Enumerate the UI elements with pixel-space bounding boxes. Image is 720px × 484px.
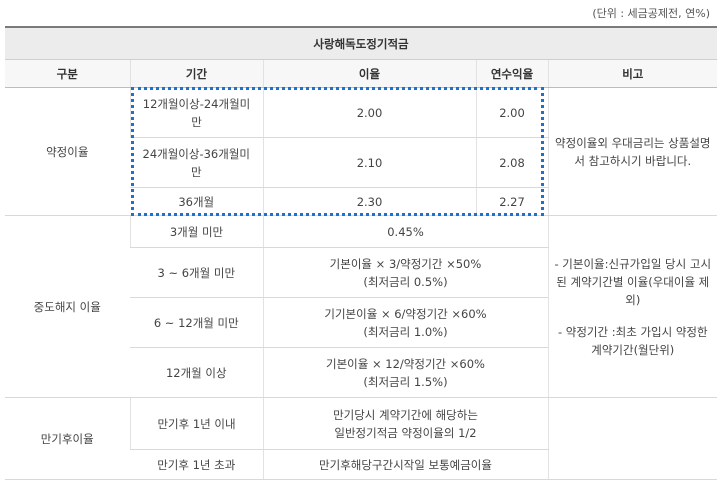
period-cell: 6 ~ 12개월 미만 — [130, 297, 263, 348]
note-contract-period: - 약정기간 :최초 가입시 약정한 계약기간(월단위) — [557, 324, 708, 357]
period-cell: 3 ~ 6개월 미만 — [130, 247, 263, 298]
rate-cell: 2.30 — [262, 187, 476, 216]
section-label-maturity: 만기후이율 — [5, 397, 130, 480]
rate-cell: 기본이율 × 12/약정기간 ×60% (최저금리 1.5%) — [262, 347, 548, 398]
section-label-early: 중도해지 이율 — [5, 215, 130, 398]
rate-cell: 0.45% — [262, 215, 548, 248]
header-rate: 이율 — [262, 59, 476, 88]
rate-cell: 기본이율 × 3/약정기간 ×50% (최저금리 0.5%) — [262, 247, 548, 298]
section-label-contract: 약정이율 — [5, 87, 130, 216]
period-cell: 12개월이상-24개월미만 — [129, 87, 263, 138]
period-cell: 만기후 1년 이내 — [129, 397, 263, 450]
rate-line: 만기당시 계약기간에 해당하는 — [333, 407, 478, 422]
note-base-rate: - 기본이율:신규가입일 당시 고시된 계약기간별 이율(우대이율 제외) — [554, 256, 712, 307]
rate-line: 만기후해당구간시작일 보통예금이율 — [319, 457, 492, 472]
period-cell: 36개월 — [130, 187, 263, 216]
header-period: 기간 — [129, 59, 263, 88]
note-contract: 약정이율외 우대금리는 상품설명서 참고하시기 바랍니다. — [547, 87, 718, 216]
header-category: 구분 — [5, 59, 130, 88]
rate-minimum: (최저금리 1.5%) — [363, 374, 448, 389]
yield-cell: 2.27 — [475, 187, 548, 216]
period-cell: 24개월이상-36개월미만 — [130, 137, 263, 188]
rate-line: 0.45% — [387, 224, 424, 239]
table-title-row: 사랑해독도정기적금 — [5, 26, 718, 60]
rate-formula: 기기본이율 × 6/약정기간 ×60% — [324, 306, 487, 321]
table-header-row: 구분 기간 이율 연수익율 비고 — [5, 59, 718, 88]
yield-cell: 2.00 — [475, 87, 548, 138]
note-maturity — [547, 397, 718, 480]
rate-cell: 만기후해당구간시작일 보통예금이율 — [262, 449, 548, 480]
rate-formula: 기본이율 × 3/약정기간 ×50% — [329, 256, 482, 271]
rate-minimum: (최저금리 1.0%) — [363, 324, 448, 339]
header-remarks: 비고 — [547, 59, 718, 88]
period-cell: 3개월 미만 — [129, 215, 263, 248]
rate-formula: 기본이율 × 12/약정기간 ×60% — [326, 356, 485, 371]
rate-cell: 만기당시 계약기간에 해당하는 일반정기적금 약정이율의 1/2 — [262, 397, 548, 450]
table-row: 중도해지 이율 3개월 미만 0.45% - 기본이율:신규가입일 당시 고시된… — [5, 215, 718, 398]
period-cell: 만기후 1년 초과 — [130, 449, 263, 480]
period-text: 24개월이상-36개월미만 — [142, 146, 250, 179]
table-row: 만기후이율 만기후 1년 이내 만기당시 계약기간에 해당하는 일반정기적금 약… — [5, 397, 718, 480]
product-title: 사랑해독도정기적금 — [5, 26, 718, 60]
rate-cell: 기기본이율 × 6/약정기간 ×60% (최저금리 1.0%) — [262, 297, 548, 348]
yield-cell: 2.08 — [475, 137, 548, 188]
unit-note: (단위 : 세금공제전, 연%) — [592, 7, 710, 20]
header-annual-yield: 연수익율 — [475, 59, 548, 88]
period-text: 12개월이상-24개월미만 — [142, 96, 251, 129]
rate-line: 일반정기적금 약정이율의 1/2 — [334, 425, 477, 440]
period-cell: 12개월 이상 — [130, 347, 263, 398]
rate-cell: 2.10 — [262, 137, 476, 188]
interest-rate-table: 사랑해독도정기적금 구분 기간 이율 연수익율 비고 약정이율 12개월이상-2… — [5, 26, 718, 480]
rate-minimum: (최저금리 0.5%) — [363, 274, 448, 289]
note-early: - 기본이율:신규가입일 당시 고시된 계약기간별 이율(우대이율 제외) - … — [547, 215, 718, 398]
table-row: 약정이율 12개월이상-24개월미만 2.00 2.00 약정이율외 우대금리는… — [5, 87, 718, 216]
rate-cell: 2.00 — [262, 87, 476, 138]
